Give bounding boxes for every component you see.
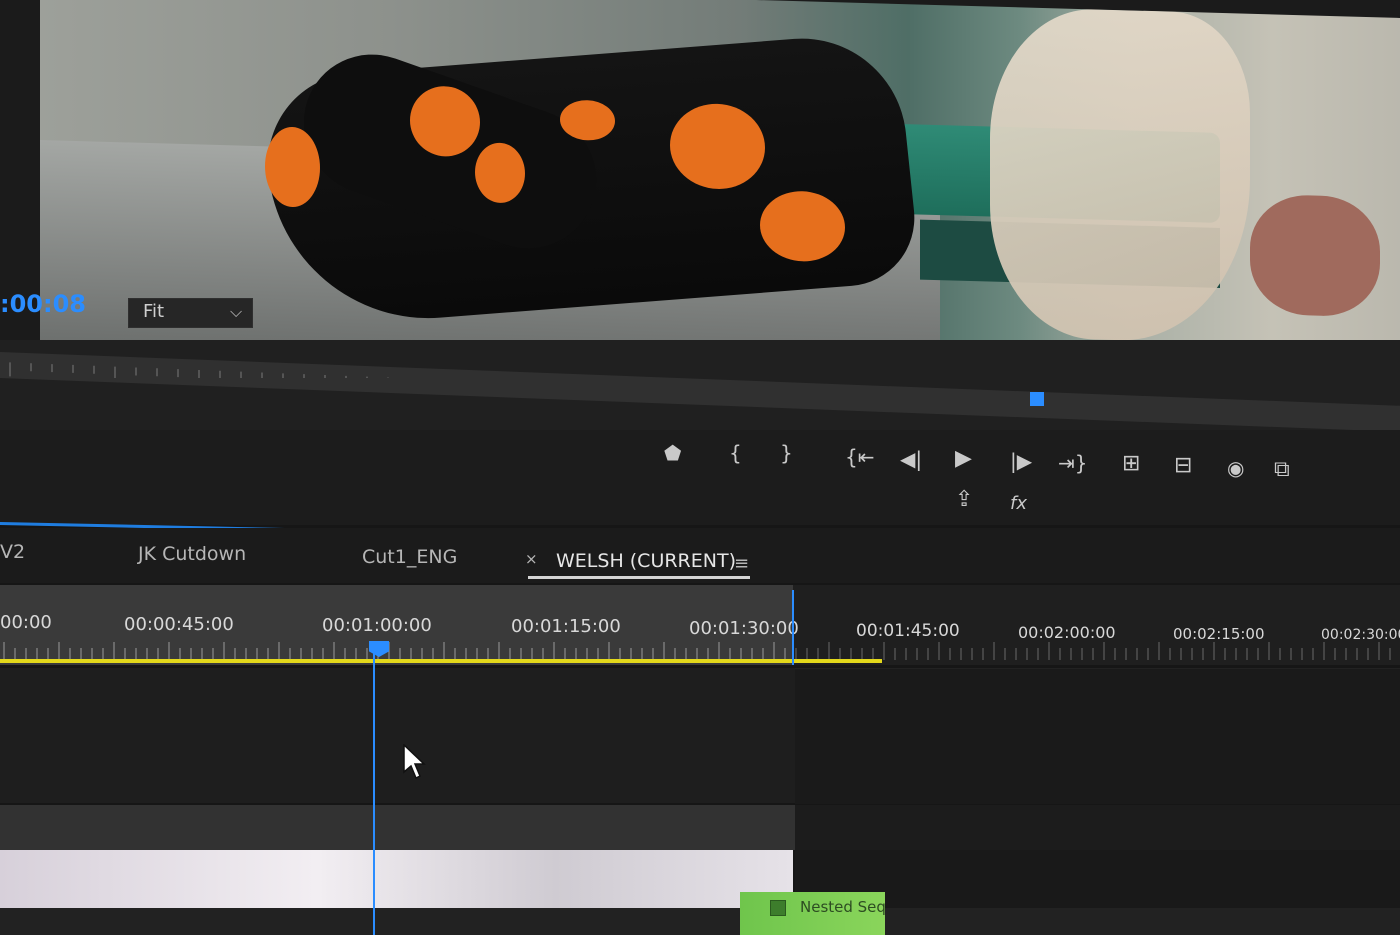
ruler-label: 00:01:30:00: [689, 618, 799, 639]
mouse-cursor-icon: [403, 744, 426, 780]
add-marker-icon[interactable]: ⬟: [664, 443, 681, 463]
track-v2-empty[interactable]: [795, 668, 1400, 804]
scrubber-ticks: [9, 362, 389, 378]
go-to-in-icon[interactable]: {⇤: [845, 447, 874, 467]
tab-v2[interactable]: V2: [0, 541, 25, 563]
comparison-view-icon[interactable]: ⧉: [1274, 459, 1290, 481]
extract-icon[interactable]: ⊟: [1174, 455, 1192, 477]
video-logo: [475, 142, 525, 204]
video-logo: [410, 85, 480, 158]
tab-welsh-current[interactable]: WELSH (CURRENT): [556, 550, 736, 572]
playhead-line[interactable]: [373, 650, 375, 935]
track-v1[interactable]: [0, 805, 795, 850]
fx-badge-icon: [770, 900, 786, 916]
export-icon[interactable]: ⇪: [955, 489, 973, 511]
play-icon[interactable]: ▶: [955, 448, 972, 470]
video-logo: [265, 126, 320, 208]
scrubber-playhead[interactable]: [1030, 392, 1044, 406]
tab-jk-cutdown[interactable]: JK Cutdown: [138, 543, 246, 565]
close-icon[interactable]: ×: [525, 550, 538, 568]
ruler-label: 00:00:45:00: [124, 614, 234, 635]
go-to-out-icon[interactable]: ⇥}: [1058, 453, 1087, 473]
lift-icon[interactable]: ⊞: [1122, 453, 1140, 475]
track-v2[interactable]: [0, 668, 795, 803]
mark-out-icon[interactable]: }: [780, 443, 793, 463]
ruler-label: 00:01:15:00: [511, 616, 621, 637]
program-monitor: :00:08 Fit ⌵: [0, 0, 1400, 350]
audio-clip[interactable]: [0, 850, 793, 908]
chevron-down-icon: ⌵: [230, 302, 243, 321]
video-person: [990, 6, 1250, 344]
out-point-marker: [792, 590, 794, 665]
timecode-display[interactable]: :00:08: [0, 290, 86, 318]
work-area-bar[interactable]: [0, 659, 882, 663]
step-forward-icon[interactable]: |▶: [1010, 451, 1032, 471]
export-frame-icon[interactable]: ◉: [1227, 458, 1244, 478]
track-a2[interactable]: [0, 908, 1400, 935]
active-tab-indicator: [528, 576, 750, 579]
tab-cut1-eng[interactable]: Cut1_ENG: [362, 546, 457, 568]
clip-label: Nested Seq: [800, 898, 886, 916]
video-hand: [1250, 193, 1380, 318]
ruler-label: 00:01:45:00: [856, 621, 960, 641]
panel-menu-icon[interactable]: ≡: [734, 553, 749, 574]
ruler-label: 00:00: [0, 612, 52, 633]
ruler-label: 00:01:00:00: [322, 615, 432, 636]
track-v1-empty[interactable]: [795, 805, 1400, 850]
mark-in-icon[interactable]: {: [729, 443, 742, 463]
step-back-icon[interactable]: ◀|: [900, 449, 922, 469]
fx-icon[interactable]: fx: [1010, 494, 1027, 514]
